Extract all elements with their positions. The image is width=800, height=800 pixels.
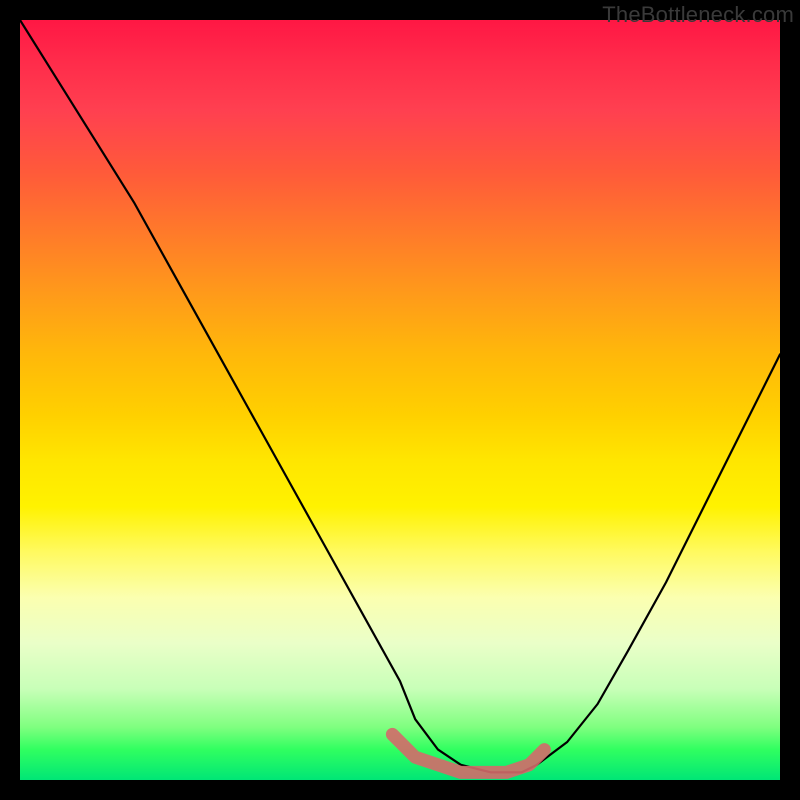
watermark-label: TheBottleneck.com	[602, 2, 794, 28]
plot-area	[20, 20, 780, 780]
chart-container: TheBottleneck.com	[0, 0, 800, 800]
chart-svg	[20, 20, 780, 780]
bottleneck-curve	[20, 20, 780, 772]
highlight-plateau	[392, 734, 544, 772]
